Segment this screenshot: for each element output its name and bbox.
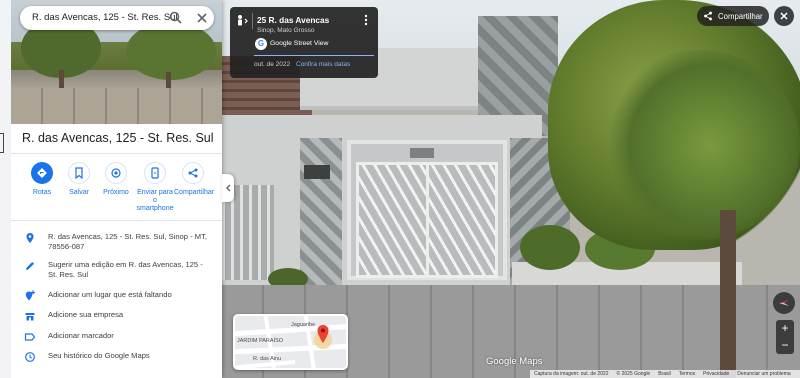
nearby-button[interactable]: Próximo [98, 162, 134, 197]
tree-trunk [720, 210, 736, 378]
add-missing-place-text: Adicionar um lugar que está faltando [48, 290, 172, 299]
pegman-icon[interactable] [234, 13, 250, 29]
address-row[interactable]: R. das Avencas, 125 - St. Res. Sul, Sino… [24, 232, 214, 254]
edit-pencil-icon [26, 262, 34, 270]
history-row[interactable]: Seu histórico do Google Maps [24, 351, 214, 363]
photo-tree [126, 22, 216, 80]
more-dates-link[interactable]: Confira mais datas [296, 61, 350, 68]
region-link[interactable]: Brasil [658, 371, 671, 377]
separator [252, 13, 253, 29]
photo-trunk [59, 70, 64, 90]
action-label: Enviar para o smartphone [136, 189, 174, 212]
google-maps-watermark: Google Maps [486, 356, 543, 367]
zoom-out-button[interactable]: − [776, 337, 794, 354]
place-title: R. das Avencas, 125 - St. Res. Sul [22, 131, 214, 145]
terms-link[interactable]: Termos [679, 371, 695, 377]
report-problem-link[interactable]: Denunciar um problema [737, 371, 790, 377]
business-icon [25, 313, 35, 321]
address-text: R. das Avencas, 125 - St. Res. Sul, Sino… [48, 232, 207, 251]
chevron-left-icon [226, 184, 231, 192]
add-label-text: Adicionar marcador [48, 331, 114, 340]
minimap-label: JARDIM PARAÍSO [237, 338, 284, 344]
compass-button[interactable] [773, 292, 795, 314]
save-button[interactable]: Salvar [61, 162, 97, 197]
capture-credit: Captura da imagem: out. de 2022 [534, 371, 609, 377]
shrub [520, 225, 580, 270]
search-input[interactable]: R. das Avencas, 125 - St. Res. Sul [32, 12, 178, 23]
zoom-in-button[interactable]: + [776, 320, 794, 337]
suggest-edit-row[interactable]: Sugerir uma edição em R. das Avencas, 12… [24, 260, 214, 282]
minimap[interactable]: Jaguaribe JARDIM PARAÍSO R. das Ainu [233, 314, 348, 370]
share-place-button[interactable]: Compartilhar [174, 162, 215, 197]
share-icon [182, 162, 204, 184]
street-view-subtitle: Sinop, Mato Grosso [257, 27, 315, 34]
history-icon [25, 352, 35, 362]
street-sign [410, 148, 434, 158]
place-side-panel: R. das Avencas, 125 - St. Res. Sul R. da… [0, 0, 222, 378]
close-icon[interactable] [194, 10, 210, 26]
directions-button[interactable]: Rotas [24, 162, 60, 197]
close-icon [780, 12, 788, 20]
bookmark-icon [68, 162, 90, 184]
search-icon[interactable] [168, 10, 184, 26]
share-icon [704, 11, 712, 21]
send-to-phone-button[interactable]: Enviar para o smartphone [135, 162, 175, 213]
share-label: Compartilhar [718, 11, 763, 21]
add-business-row[interactable]: Adicione sua empresa [24, 310, 214, 322]
stone-column [300, 138, 342, 288]
location-pin-icon [26, 233, 34, 243]
collapse-panel-button[interactable] [222, 174, 234, 202]
action-buttons: Rotas Salvar Próximo Enviar para o smart… [24, 162, 222, 214]
nearby-icon [105, 162, 127, 184]
action-label: Salvar [69, 189, 89, 196]
more-options-icon[interactable] [361, 13, 371, 27]
add-place-icon [25, 290, 35, 301]
close-street-view-button[interactable] [774, 6, 794, 26]
add-missing-place-row[interactable]: Adicionar um lugar que está faltando [24, 290, 214, 302]
label-icon [24, 333, 36, 341]
location-pin-icon [317, 325, 329, 343]
action-label: Rotas [32, 189, 52, 196]
privacy-link[interactable]: Privacidade [703, 371, 729, 377]
minimap-label: Jaguaribe [291, 322, 316, 328]
search-box[interactable]: R. das Avencas, 125 - St. Res. Sul [20, 6, 214, 30]
divider [11, 153, 222, 154]
suggest-edit-text: Sugerir uma edição em R. das Avencas, 12… [48, 260, 203, 279]
street-view-service-label: Google Street View [270, 40, 329, 47]
tree-canopy [600, 50, 800, 240]
send-to-phone-icon [144, 162, 166, 184]
house-number-plate [304, 165, 330, 179]
directions-icon [31, 162, 53, 184]
photo-wall [11, 88, 222, 124]
capture-date: out. de 2022 [254, 61, 291, 68]
minimap-label: R. das Ainu [253, 356, 282, 362]
add-business-text: Adicione sua empresa [48, 310, 124, 319]
street-view-info-card: 25 R. das Avencas Sinop, Mato Grosso G G… [230, 7, 378, 78]
rail-marker [0, 133, 4, 153]
action-label: Próximo [103, 189, 129, 196]
street-view-title: 25 R. das Avencas [257, 15, 330, 25]
compass-icon [779, 300, 789, 306]
gate-divider [426, 162, 429, 278]
copyright: © 2025 Google [616, 371, 651, 377]
divider [254, 55, 374, 56]
left-rail [0, 0, 11, 378]
action-label: Compartilhar [174, 189, 215, 196]
divider [11, 220, 222, 221]
google-logo-icon: G [255, 38, 267, 50]
add-label-row[interactable]: Adicionar marcador [24, 331, 214, 343]
footer-bar: Captura da imagem: out. de 2022 © 2025 G… [530, 370, 800, 378]
share-button[interactable]: Compartilhar [697, 6, 769, 26]
history-text: Seu histórico do Google Maps [48, 351, 150, 360]
